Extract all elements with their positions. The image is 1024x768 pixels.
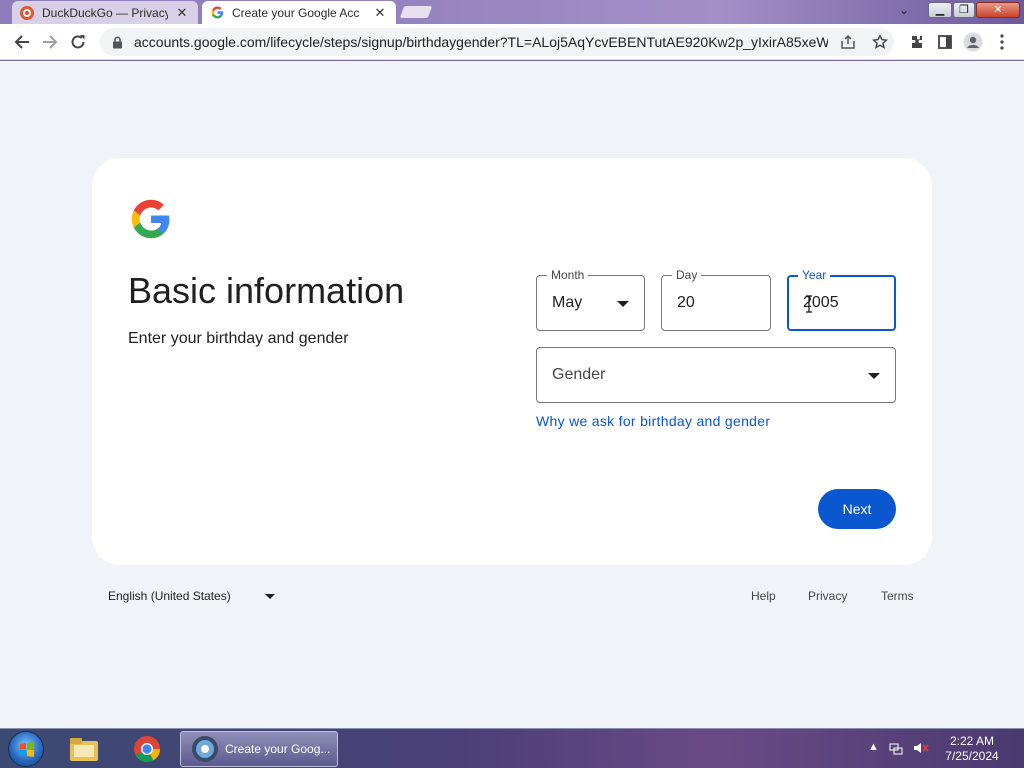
page-content: Basic information Enter your birthday an… [0, 61, 1024, 728]
browser-toolbar: accounts.google.com/lifecycle/steps/sign… [0, 24, 1024, 60]
close-tab-icon[interactable]: ✕ [372, 5, 388, 21]
tab-strip: DuckDuckGo — Privacy ✕ Create your Googl… [0, 0, 1024, 24]
clock-date: 7/25/2024 [945, 749, 999, 763]
text-cursor-icon [806, 295, 812, 313]
tab-search-chevron-icon[interactable]: ⌄ [895, 3, 913, 19]
show-hidden-icons-icon[interactable]: ▲ [868, 741, 879, 753]
profile-avatar-icon[interactable] [961, 30, 985, 54]
extensions-icon[interactable] [905, 30, 929, 54]
chrome-icon[interactable] [129, 732, 165, 766]
month-label: Month [547, 267, 589, 283]
maximize-button[interactable]: ❐ [953, 2, 975, 18]
year-field[interactable]: Year 2005 [787, 267, 896, 331]
day-field[interactable]: Day 20 [661, 267, 771, 331]
share-icon[interactable] [838, 32, 858, 52]
page-title: Basic information [128, 270, 405, 311]
month-value: May [552, 294, 583, 311]
chrome-window-icon [192, 736, 218, 762]
reload-icon[interactable] [66, 30, 90, 54]
taskbar-window-title: Create your Goog... [225, 742, 331, 756]
tab-duckduckgo[interactable]: DuckDuckGo — Privacy ✕ [12, 1, 198, 24]
language-chevron-down-icon[interactable] [265, 594, 275, 599]
month-select[interactable]: Month May [536, 267, 645, 331]
menu-kebab-icon[interactable] [990, 30, 1014, 54]
back-arrow-icon[interactable] [10, 30, 34, 54]
clock-time: 2:22 AM [949, 734, 995, 748]
help-link[interactable]: Help [751, 589, 776, 603]
next-button[interactable]: Next [818, 489, 896, 529]
bookmark-star-icon[interactable] [870, 32, 890, 52]
privacy-link[interactable]: Privacy [808, 589, 847, 603]
tab-google-account[interactable]: Create your Google Acc ✕ [202, 1, 396, 24]
taskbar: Create your Goog... ▲ 2:22 AM 7/25/2024 [0, 728, 1024, 768]
gender-select[interactable]: Gender [536, 347, 896, 403]
system-clock[interactable]: 2:22 AM 7/25/2024 [940, 734, 1004, 764]
year-label: Year [798, 267, 831, 283]
duckduckgo-icon [20, 5, 34, 20]
forward-arrow-icon[interactable] [38, 30, 62, 54]
language-selector[interactable]: English (United States) [108, 589, 231, 603]
close-tab-icon[interactable]: ✕ [174, 5, 190, 21]
start-button[interactable] [8, 731, 44, 767]
chevron-down-icon [868, 373, 880, 379]
gender-placeholder: Gender [552, 366, 606, 383]
url-text: accounts.google.com/lifecycle/steps/sign… [134, 34, 828, 50]
close-window-button[interactable]: ✕ [976, 2, 1020, 18]
new-tab-button[interactable] [399, 6, 433, 18]
day-label: Day [672, 267, 702, 283]
google-logo [131, 199, 170, 239]
file-explorer-icon[interactable] [66, 732, 102, 766]
taskbar-active-window[interactable]: Create your Goog... [180, 731, 338, 767]
network-icon[interactable] [889, 741, 903, 758]
page-subtitle: Enter your birthday and gender [128, 330, 349, 347]
side-panel-icon[interactable] [933, 30, 957, 54]
signup-card: Basic information Enter your birthday an… [92, 158, 932, 565]
volume-muted-icon[interactable] [913, 741, 929, 758]
address-bar[interactable]: accounts.google.com/lifecycle/steps/sign… [100, 28, 894, 56]
chevron-down-icon [617, 301, 629, 307]
google-icon [210, 6, 224, 20]
tab-title: Create your Google Acc [232, 5, 360, 20]
tab-title: DuckDuckGo — Privacy [42, 5, 168, 20]
lock-icon[interactable] [110, 35, 124, 49]
windows-logo-icon [20, 742, 34, 757]
terms-link[interactable]: Terms [881, 589, 914, 603]
minimize-button[interactable]: ▁ [928, 2, 952, 18]
day-value: 20 [677, 294, 695, 311]
why-we-ask-link[interactable]: Why we ask for birthday and gender [536, 413, 770, 429]
